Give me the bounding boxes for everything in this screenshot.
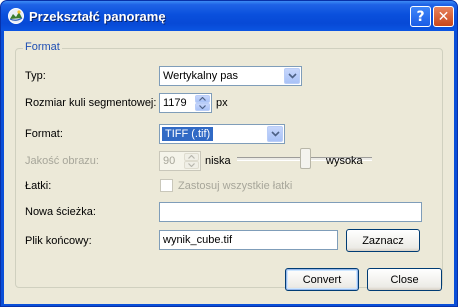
cube-size-value: 1179 (163, 97, 187, 109)
quality-low-label: niska (205, 155, 231, 167)
convert-button-label: Convert (302, 273, 342, 286)
patches-checkbox-label: Zastosuj wszystkie łatki (178, 180, 293, 192)
help-button[interactable]: ? (410, 6, 431, 27)
patches-label: Łatki: (25, 180, 52, 192)
chevron-down-icon[interactable] (267, 126, 283, 142)
quality-value: 90 (163, 155, 176, 167)
type-value: Wertykalny pas (163, 70, 238, 82)
output-file-value: wynik_cube.tif (163, 234, 233, 246)
format-label: Format: (25, 128, 63, 140)
browse-button[interactable]: Zaznacz (346, 229, 420, 252)
help-icon: ? (416, 8, 425, 25)
type-label: Typ: (25, 70, 46, 82)
output-file-input[interactable]: wynik_cube.tif (159, 230, 338, 250)
panorama-app-icon (8, 8, 24, 24)
format-value: TIFF (.tif) (162, 127, 214, 141)
convert-button[interactable]: Convert (285, 268, 359, 291)
chevron-down-icon[interactable] (284, 68, 300, 84)
title-bar[interactable]: Przekształć panoramę ? ✕ (1, 1, 457, 31)
format-combobox[interactable]: TIFF (.tif) (159, 124, 285, 144)
quality-spinbox[interactable]: 90 (159, 151, 201, 171)
quality-label: Jakość obrazu: (25, 155, 99, 167)
dialog-body: Format Typ: Wertykalny pas Rozmiar kuli … (4, 31, 454, 304)
arrow-up-icon[interactable] (195, 95, 210, 103)
arrow-up-icon[interactable] (184, 153, 199, 161)
dialog-window: Przekształć panoramę ? ✕ Format Typ: Wer… (0, 0, 458, 307)
patches-checkbox[interactable] (160, 179, 173, 192)
quality-high-label: wysoka (326, 155, 363, 167)
cube-size-spinbox[interactable]: 1179 (159, 93, 212, 113)
close-button-label: Close (390, 273, 419, 286)
group-title: Format (23, 41, 62, 53)
window-title: Przekształć panoramę (29, 9, 166, 24)
output-file-label: Plik końcowy: (25, 235, 92, 247)
type-combobox[interactable]: Wertykalny pas (159, 66, 302, 86)
close-icon: ✕ (437, 8, 450, 25)
cube-size-unit: px (216, 97, 228, 109)
arrow-down-icon[interactable] (184, 161, 199, 169)
new-path-label: Nowa ścieżka: (25, 206, 96, 218)
cube-size-label: Rozmiar kuli segmentowej: (25, 97, 157, 109)
quality-slider-thumb[interactable] (300, 148, 311, 169)
close-window-button[interactable]: ✕ (433, 6, 454, 27)
close-button[interactable]: Close (367, 268, 442, 291)
new-path-input[interactable] (159, 202, 422, 222)
arrow-down-icon[interactable] (195, 103, 210, 111)
browse-button-label: Zaznacz (362, 234, 404, 247)
